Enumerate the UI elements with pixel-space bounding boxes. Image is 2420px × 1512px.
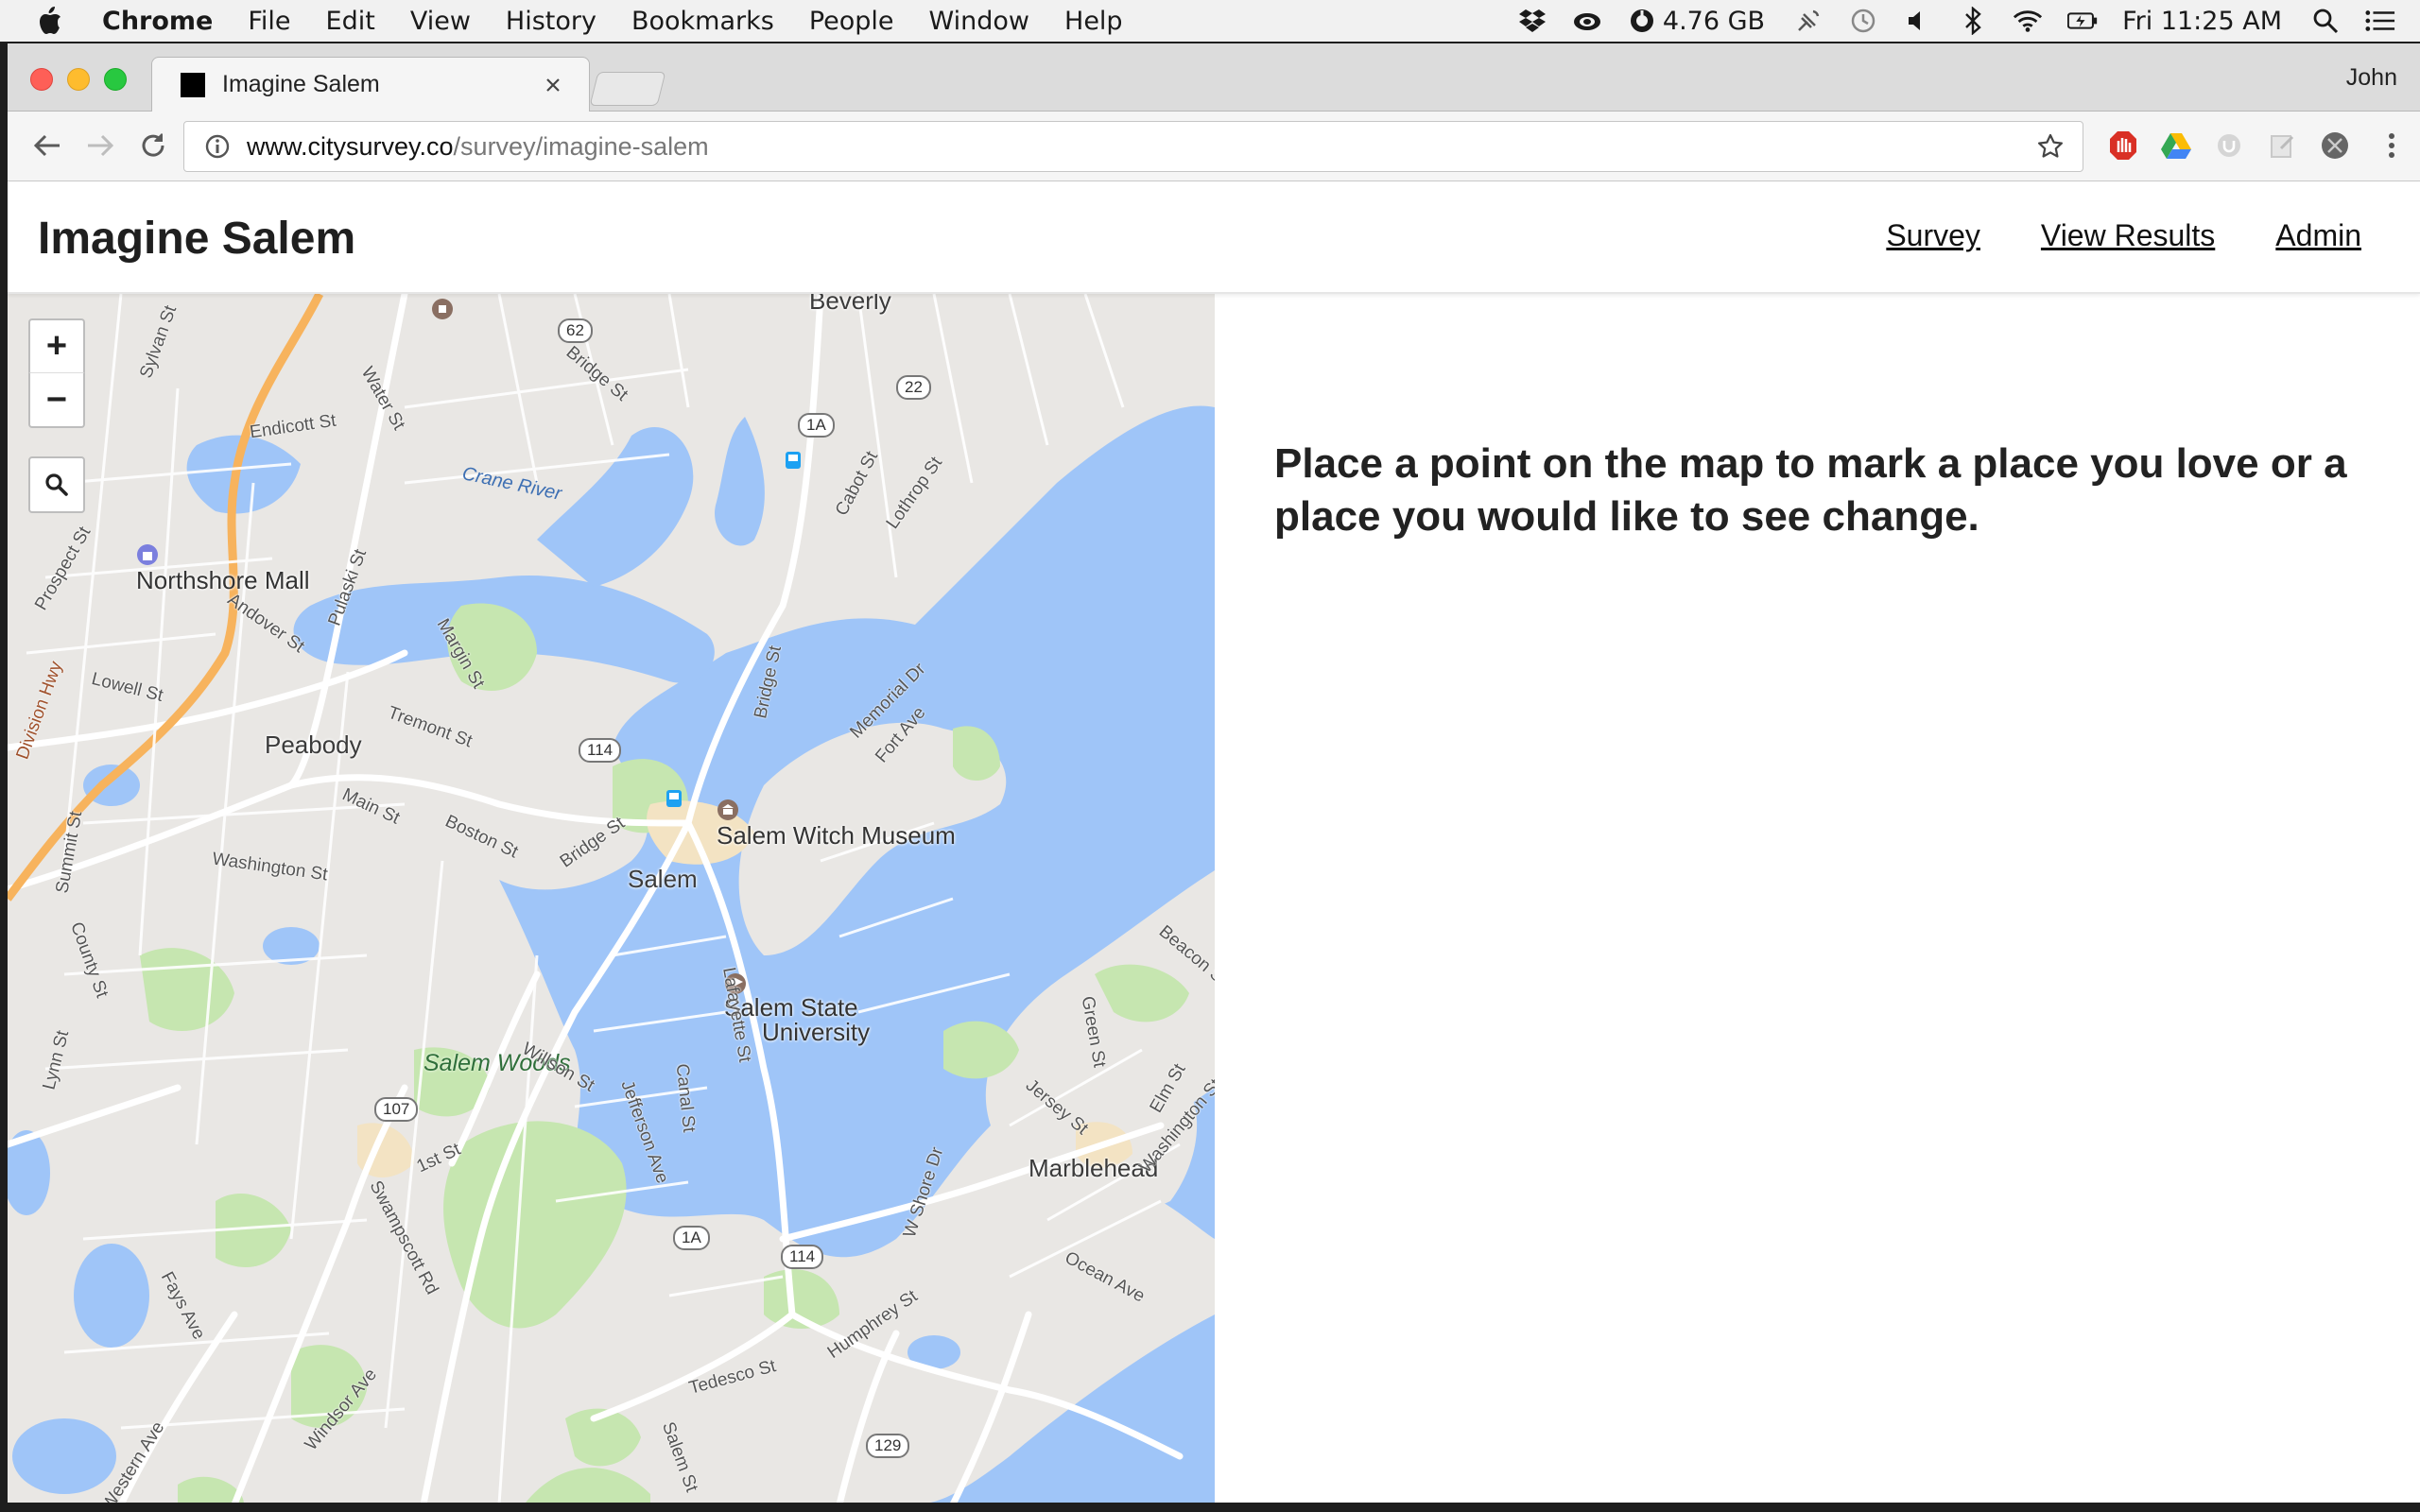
site-title[interactable]: Imagine Salem	[38, 213, 355, 265]
menu-view[interactable]: View	[410, 7, 471, 36]
zoom-window-button[interactable]	[104, 68, 127, 91]
route-shield-1a-south: 1A	[673, 1226, 710, 1250]
map-canvas[interactable]: Beverly Peabody Salem Marblehead Northsh…	[8, 294, 1215, 1504]
route-shield-22: 22	[896, 375, 931, 400]
notes-extension-icon[interactable]	[2263, 127, 2301, 164]
spotlight-search-icon[interactable]	[2310, 7, 2341, 35]
map-label-beverly: Beverly	[809, 294, 891, 315]
poi-label-northshore-mall: Northshore Mall	[136, 566, 310, 594]
menu-people[interactable]: People	[809, 7, 894, 36]
train-station-icon	[786, 452, 801, 469]
map-search-button[interactable]	[28, 456, 85, 513]
site-info-icon[interactable]	[201, 130, 233, 163]
url-path: /survey/imagine-salem	[453, 131, 709, 161]
train-station-icon	[666, 790, 682, 807]
route-shield-62: 62	[558, 318, 593, 343]
menu-file[interactable]: File	[248, 7, 290, 36]
poi-label-university: University	[762, 1018, 871, 1046]
site-nav: Survey View Results Admin	[1825, 218, 2361, 253]
wifi-icon[interactable]	[2013, 7, 2043, 35]
poi-label-salem-witch-museum: Salem Witch Museum	[717, 821, 956, 850]
minimize-window-button[interactable]	[67, 68, 90, 91]
nav-link-view-results[interactable]: View Results	[2041, 218, 2215, 253]
close-tab-icon[interactable]	[534, 66, 572, 104]
menubar-clock[interactable]: Fri 11:25 AM	[2122, 7, 2282, 36]
zoom-in-button[interactable]: +	[28, 318, 85, 373]
reload-button[interactable]	[132, 125, 174, 166]
browser-window: Imagine Salem John www.citysurvey.co/sur…	[8, 43, 2420, 1504]
tab-strip: Imagine Salem John	[8, 43, 2420, 112]
route-shield-114-east: 114	[781, 1245, 824, 1269]
chrome-menu-icon[interactable]	[2373, 127, 2411, 164]
google-drive-extension-icon[interactable]	[2157, 127, 2195, 164]
apple-menu-icon[interactable]	[36, 0, 74, 42]
menu-window[interactable]: Window	[929, 7, 1029, 36]
menu-history[interactable]: History	[506, 7, 596, 36]
new-tab-button[interactable]	[589, 72, 666, 106]
nav-link-survey[interactable]: Survey	[1886, 218, 1980, 253]
dropbox-icon[interactable]	[1517, 7, 1547, 35]
profile-name[interactable]: John	[2346, 64, 2397, 92]
tab-title: Imagine Salem	[222, 71, 380, 97]
address-bar[interactable]: www.citysurvey.co/survey/imagine-salem	[183, 121, 2083, 172]
url-host: www.citysurvey.co	[247, 131, 454, 161]
route-shield-129: 129	[866, 1434, 910, 1458]
adblock-extension-icon[interactable]	[2104, 127, 2142, 164]
map-poi-northshore-mall: Northshore Mall	[136, 543, 310, 595]
bookmark-star-icon[interactable]	[2031, 128, 2069, 165]
route-shield-1a-north: 1A	[798, 413, 835, 438]
survey-instructions: Place a point on the map to mark a place…	[1274, 440, 2347, 540]
menu-help[interactable]: Help	[1064, 7, 1123, 36]
map-label-peabody: Peabody	[265, 730, 362, 759]
zoom-out-button[interactable]: −	[28, 373, 85, 428]
url-text: www.citysurvey.co/survey/imagine-salem	[247, 132, 2031, 162]
browser-toolbar: www.citysurvey.co/survey/imagine-salem	[8, 112, 2420, 181]
satellite-icon[interactable]	[1793, 7, 1824, 35]
macos-menubar: Chrome File Edit View History Bookmarks …	[0, 0, 2420, 42]
menu-bookmarks[interactable]: Bookmarks	[631, 7, 774, 36]
forward-button[interactable]	[79, 125, 121, 166]
memory-monitor-icon[interactable]	[1627, 7, 1657, 35]
site-favicon-icon	[181, 72, 205, 97]
back-button[interactable]	[26, 125, 68, 166]
shopping-pin-icon	[137, 544, 158, 565]
screen-bottom-edge	[0, 1503, 2420, 1512]
creative-cloud-icon[interactable]	[1572, 7, 1602, 35]
search-icon	[45, 473, 68, 496]
web-page: Imagine Salem Survey View Results Admin	[8, 182, 2420, 1504]
tab-imagine-salem[interactable]: Imagine Salem	[151, 57, 590, 112]
menu-app-chrome[interactable]: Chrome	[102, 7, 213, 36]
notification-center-icon[interactable]	[2365, 7, 2395, 35]
dark-extension-icon[interactable]	[2316, 127, 2354, 164]
route-shield-107: 107	[374, 1097, 419, 1122]
memory-readout: 4.76 GB	[1662, 6, 1766, 36]
menu-edit[interactable]: Edit	[326, 7, 375, 36]
grey-extension-icon[interactable]	[2210, 127, 2248, 164]
map-label-marblehead: Marblehead	[1028, 1154, 1159, 1182]
battery-icon[interactable]	[2067, 7, 2098, 35]
time-machine-icon[interactable]	[1848, 7, 1878, 35]
nav-link-admin[interactable]: Admin	[2275, 218, 2361, 253]
status-area: 4.76 GB Fri 11:25 AM	[1517, 0, 2420, 42]
route-shield-114-west: 114	[579, 738, 622, 763]
close-window-button[interactable]	[30, 68, 53, 91]
volume-icon[interactable]	[1903, 7, 1933, 35]
site-header: Imagine Salem Survey View Results Admin	[8, 182, 2420, 294]
landmark-pin-icon	[432, 299, 453, 319]
bluetooth-icon[interactable]	[1958, 7, 1988, 35]
map-label-salem: Salem	[628, 865, 698, 893]
museum-pin-icon	[717, 799, 738, 820]
map-poi-salem-witch-museum: Salem Witch Museum	[717, 799, 956, 850]
